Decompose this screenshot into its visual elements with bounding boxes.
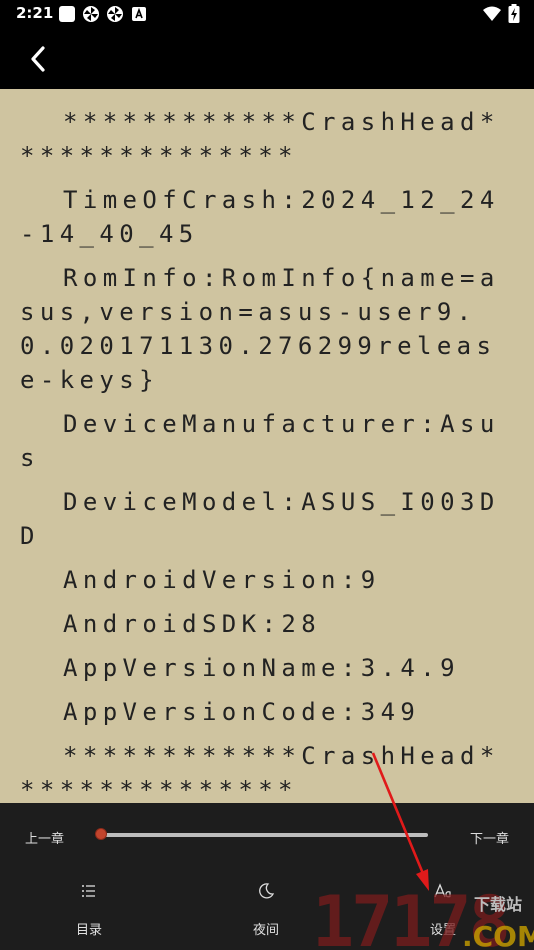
a-box-icon: [132, 7, 146, 21]
paragraph: AppVersionName:3.4.9: [63, 654, 460, 682]
paragraph: AndroidVersion:9: [63, 566, 381, 594]
reader-content: ************CrashHead*************** Tim…: [20, 105, 515, 803]
paragraph: ************CrashHead***************: [20, 108, 500, 170]
slider-thumb[interactable]: [95, 828, 107, 840]
moon-icon: [259, 883, 275, 899]
paragraph: AndroidSDK:28: [63, 610, 322, 638]
chapter-progress-slider[interactable]: [95, 828, 428, 840]
next-chapter-button[interactable]: 下一章: [470, 828, 509, 847]
prev-chapter-button[interactable]: 上一章: [25, 828, 64, 847]
tab-night-mode[interactable]: 夜间: [221, 881, 311, 938]
tab-catalog-label: 目录: [75, 923, 102, 938]
notification-icons: [58, 5, 148, 23]
list-icon: [82, 885, 95, 897]
pinwheel-icon: [107, 6, 123, 22]
reader-page[interactable]: ************CrashHead*************** Tim…: [0, 89, 534, 803]
tab-catalog[interactable]: 目录: [44, 881, 134, 938]
paragraph: RomInfo:RomInfo{name=asus,version=asus-u…: [20, 264, 500, 394]
font-settings-icon: [434, 883, 451, 898]
status-bar: 2:21: [0, 0, 534, 28]
paragraph: DeviceManufacturer:Asus: [20, 410, 500, 472]
square-notification-icon: [59, 6, 75, 22]
tab-night-label: 夜间: [252, 923, 279, 938]
back-button[interactable]: [22, 42, 56, 76]
wifi-icon: [483, 6, 501, 21]
app-bar: [0, 28, 534, 89]
reader-control-panel: 上一章 下一章 目录 夜间 设置: [0, 803, 534, 950]
paragraph: AppVersionCode:349: [63, 698, 421, 726]
paragraph: DeviceModel:ASUS_I003DD: [20, 488, 500, 550]
paragraph: ************CrashHead***************: [20, 742, 500, 803]
status-right-icons: [482, 4, 520, 24]
battery-charging-icon: [508, 4, 520, 23]
paragraph: TimeOfCrash:2024_12_24-14_40_45: [20, 186, 500, 248]
tab-settings[interactable]: 设置: [398, 881, 488, 938]
chevron-left-icon: [31, 46, 45, 72]
status-time: 2:21: [16, 4, 54, 22]
tab-settings-label: 设置: [429, 923, 456, 938]
pinwheel-icon: [83, 6, 99, 22]
